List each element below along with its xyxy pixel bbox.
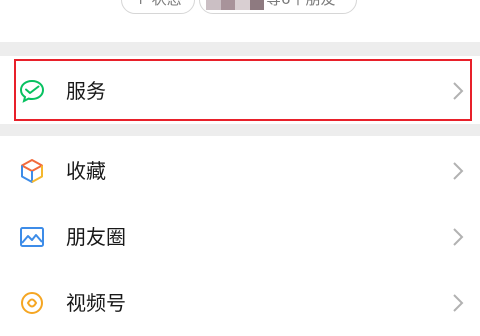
channels-icon <box>21 292 43 314</box>
menu-item-label: 服务 <box>66 79 106 103</box>
section-gap <box>0 42 480 56</box>
menu-item-favorites[interactable]: 收藏 <box>0 136 480 204</box>
favorites-cube-icon <box>21 159 43 183</box>
friends-status-pill[interactable]: 等6个朋友 <box>199 0 357 14</box>
status-bar-area: + 状态 等6个朋友 <box>0 0 480 42</box>
chevron-right-icon <box>453 82 464 100</box>
add-status-button[interactable]: + 状态 <box>121 0 195 14</box>
menu-item-label: 收藏 <box>66 159 106 183</box>
chevron-right-icon <box>453 228 464 246</box>
menu-item-label: 视频号 <box>66 291 126 315</box>
menu-item-services[interactable]: 服务 <box>0 56 480 124</box>
moments-picture-icon <box>20 227 44 247</box>
wechat-pay-icon <box>19 79 45 103</box>
chevron-right-icon <box>453 162 464 180</box>
friend-avatars <box>206 0 264 10</box>
chevron-right-icon <box>453 294 464 312</box>
section-gap <box>0 124 480 136</box>
menu-item-moments[interactable]: 朋友圈 <box>0 202 480 270</box>
friends-count-text: 等6个朋友 <box>266 0 336 9</box>
menu-item-channels[interactable]: 视频号 <box>0 268 480 336</box>
menu-item-label: 朋友圈 <box>66 225 126 249</box>
